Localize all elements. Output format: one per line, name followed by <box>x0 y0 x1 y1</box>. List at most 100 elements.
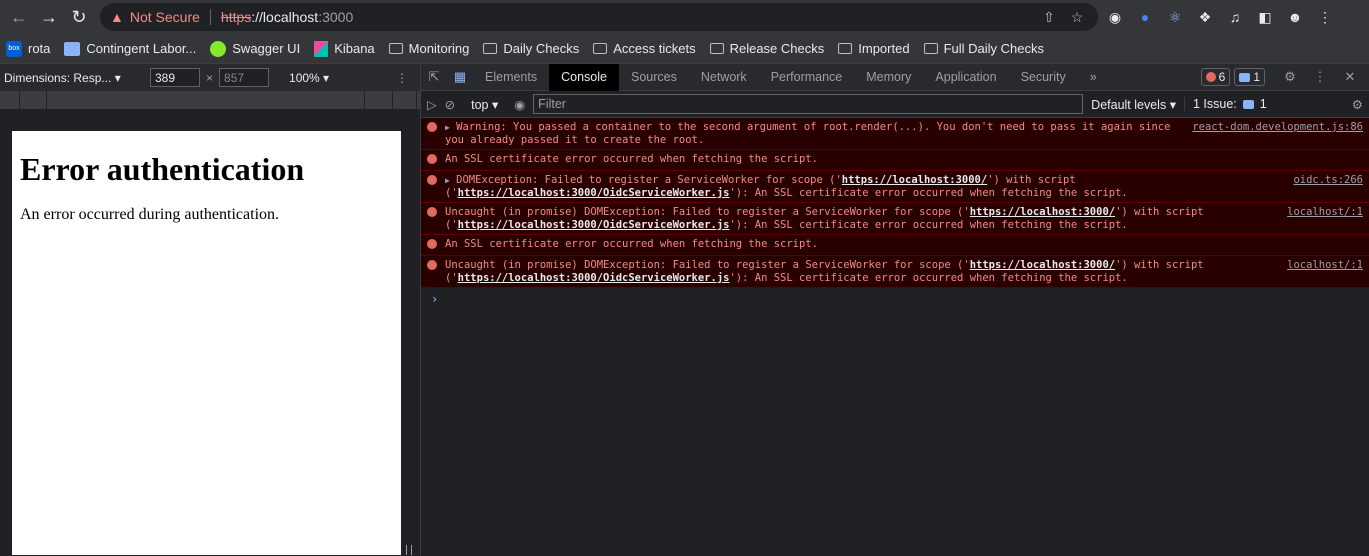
resize-handle[interactable] <box>406 545 412 555</box>
close-devtools-icon[interactable]: ✕ <box>1337 64 1363 91</box>
settings-gear-icon[interactable]: ⚙ <box>1277 64 1303 91</box>
bookmark-folder-access-tickets[interactable]: Access tickets <box>593 41 696 56</box>
sidebar-toggle-icon[interactable]: ▷ <box>427 97 437 112</box>
console-error-message[interactable]: Uncaught (in promise) DOMException: Fail… <box>421 202 1369 235</box>
tab-application[interactable]: Application <box>923 64 1008 91</box>
height-input[interactable]: 857 <box>219 68 270 87</box>
warning-triangle-icon[interactable]: ▲ <box>110 9 124 25</box>
side-panel-icon[interactable]: ◧ <box>1252 4 1278 30</box>
react-devtools-icon[interactable]: ⚛ <box>1162 4 1188 30</box>
dimensions-select[interactable]: Dimensions: Resp... ▾ <box>4 71 144 85</box>
extension-blue-dot-icon[interactable]: ● <box>1132 4 1158 30</box>
device-toggle-icon[interactable]: ▦ <box>447 64 473 91</box>
bookmark-swagger-ui[interactable]: Swagger UI <box>210 40 300 57</box>
extension-grammarly-icon[interactable]: ◉ <box>1102 4 1128 30</box>
device-toolbar-menu-icon[interactable]: ⋮ <box>396 71 416 85</box>
url-host: ://localhost <box>251 9 319 25</box>
issues-button[interactable]: 1 Issue: 1 <box>1183 97 1267 111</box>
width-input[interactable]: 389 <box>150 68 200 87</box>
page-body-text: An error occurred during authentication. <box>20 206 280 223</box>
error-icon <box>427 259 441 285</box>
error-icon <box>427 238 441 253</box>
folder-icon <box>388 43 403 54</box>
console-toolbar: ▷ ⊘ top ▾ ◉ Filter Default levels ▾ 1 Is… <box>421 91 1369 118</box>
bookmark-star-icon[interactable]: ☆ <box>1066 9 1088 26</box>
kibana-icon <box>314 40 329 57</box>
message-source-link[interactable]: localhost/:1 <box>1271 206 1363 232</box>
bookmarks-bar: box rota Contingent Labor... Swagger UI K… <box>0 34 1369 64</box>
scope-url-link[interactable]: https://localhost:3000/ <box>842 174 987 186</box>
message-count-badge[interactable]: 1 <box>1234 68 1265 86</box>
not-secure-label[interactable]: Not Secure <box>130 9 200 25</box>
error-count-badge[interactable]: 6 <box>1200 68 1231 86</box>
url-protocol: https <box>220 9 252 25</box>
profile-avatar-icon[interactable]: ☻ <box>1282 4 1308 30</box>
log-levels-select[interactable]: Default levels ▾ <box>1091 97 1176 112</box>
message-source-link[interactable]: react-dom.development.js:86 <box>1176 121 1363 147</box>
box-logo-icon: box <box>6 40 22 57</box>
console-error-message[interactable]: ▶ Warning: You passed a container to the… <box>421 118 1369 150</box>
bookmark-rota[interactable]: box rota <box>6 40 50 57</box>
tab-memory[interactable]: Memory <box>854 64 923 91</box>
script-url-link[interactable]: https://localhost:3000/OidcServiceWorker… <box>458 187 730 199</box>
console-prompt[interactable]: › <box>421 288 1369 310</box>
bookmark-folder-release-checks[interactable]: Release Checks <box>709 41 824 56</box>
bookmark-contingent-labor[interactable]: Contingent Labor... <box>64 41 196 56</box>
console-error-message[interactable]: An SSL certificate error occurred when f… <box>421 234 1369 256</box>
console-error-message[interactable]: Uncaught (in promise) DOMException: Fail… <box>421 255 1369 288</box>
reload-icon[interactable]: ↻ <box>66 4 92 30</box>
address-bar[interactable]: ▲ Not Secure https://localhost:3000 ⇧ ☆ <box>100 3 1098 31</box>
forward-arrow-icon[interactable]: → <box>36 4 62 30</box>
emulated-viewport: Error authentication An error occurred d… <box>12 131 401 555</box>
folder-icon <box>483 43 498 54</box>
more-tabs-button[interactable]: » <box>1078 64 1109 91</box>
script-url-link[interactable]: https://localhost:3000/OidcServiceWorker… <box>458 219 730 231</box>
live-expression-eye-icon[interactable]: ◉ <box>514 97 525 112</box>
device-toolbar: Dimensions: Resp... ▾ 389 × 857 100% ▾ ⋮ <box>0 64 420 91</box>
tab-elements[interactable]: Elements <box>473 64 549 91</box>
clear-console-icon[interactable]: ⊘ <box>445 97 455 112</box>
folder-icon <box>838 43 853 54</box>
scope-url-link[interactable]: https://localhost:3000/ <box>970 259 1115 271</box>
share-icon[interactable]: ⇧ <box>1038 9 1060 26</box>
error-icon <box>427 153 441 168</box>
tab-sources[interactable]: Sources <box>619 64 689 91</box>
extensions-puzzle-icon[interactable]: ❖ <box>1192 4 1218 30</box>
message-source-link[interactable]: oidc.ts:266 <box>1277 174 1363 200</box>
console-error-message[interactable]: An SSL certificate error occurred when f… <box>421 149 1369 171</box>
tab-console[interactable]: Console <box>549 63 619 91</box>
page-heading: Error authentication <box>20 151 305 187</box>
message-icon <box>1239 72 1251 82</box>
expand-triangle-icon[interactable]: ▶ <box>445 176 450 185</box>
browser-toolbar: ← → ↻ ▲ Not Secure https://localhost:300… <box>0 0 1369 34</box>
menu-kebab-icon[interactable]: ⋮ <box>1312 4 1338 30</box>
bookmark-kibana[interactable]: Kibana <box>314 40 375 57</box>
error-icon <box>427 174 441 200</box>
media-control-icon[interactable]: ♫ <box>1222 4 1248 30</box>
devtools-menu-icon[interactable]: ⋮ <box>1307 64 1333 91</box>
console-error-message[interactable]: ▶ DOMException: Failed to register a Ser… <box>421 170 1369 203</box>
console-settings-icon[interactable]: ⚙ <box>1352 97 1363 112</box>
context-select[interactable]: top ▾ <box>471 97 498 112</box>
scope-url-link[interactable]: https://localhost:3000/ <box>970 206 1115 218</box>
zoom-select[interactable]: 100% ▾ <box>289 71 329 85</box>
error-icon <box>1205 72 1216 82</box>
times-icon: × <box>206 70 214 85</box>
tab-security[interactable]: Security <box>1009 64 1078 91</box>
issue-icon <box>1242 99 1254 109</box>
message-source-link[interactable]: localhost/:1 <box>1271 259 1363 285</box>
tab-performance[interactable]: Performance <box>759 64 855 91</box>
contingent-labor-icon <box>64 41 81 56</box>
console-filter-input[interactable]: Filter <box>533 94 1084 114</box>
inspect-element-icon[interactable]: ⇱ <box>421 64 447 91</box>
media-query-ruler <box>0 91 420 109</box>
error-icon <box>427 206 441 232</box>
bookmark-folder-full-daily-checks[interactable]: Full Daily Checks <box>923 41 1044 56</box>
bookmark-folder-monitoring[interactable]: Monitoring <box>388 41 469 56</box>
back-arrow-icon[interactable]: ← <box>6 4 32 30</box>
script-url-link[interactable]: https://localhost:3000/OidcServiceWorker… <box>458 272 730 284</box>
tab-network[interactable]: Network <box>689 64 759 91</box>
expand-triangle-icon[interactable]: ▶ <box>445 123 450 132</box>
bookmark-folder-imported[interactable]: Imported <box>838 41 910 56</box>
bookmark-folder-daily-checks[interactable]: Daily Checks <box>483 41 579 56</box>
